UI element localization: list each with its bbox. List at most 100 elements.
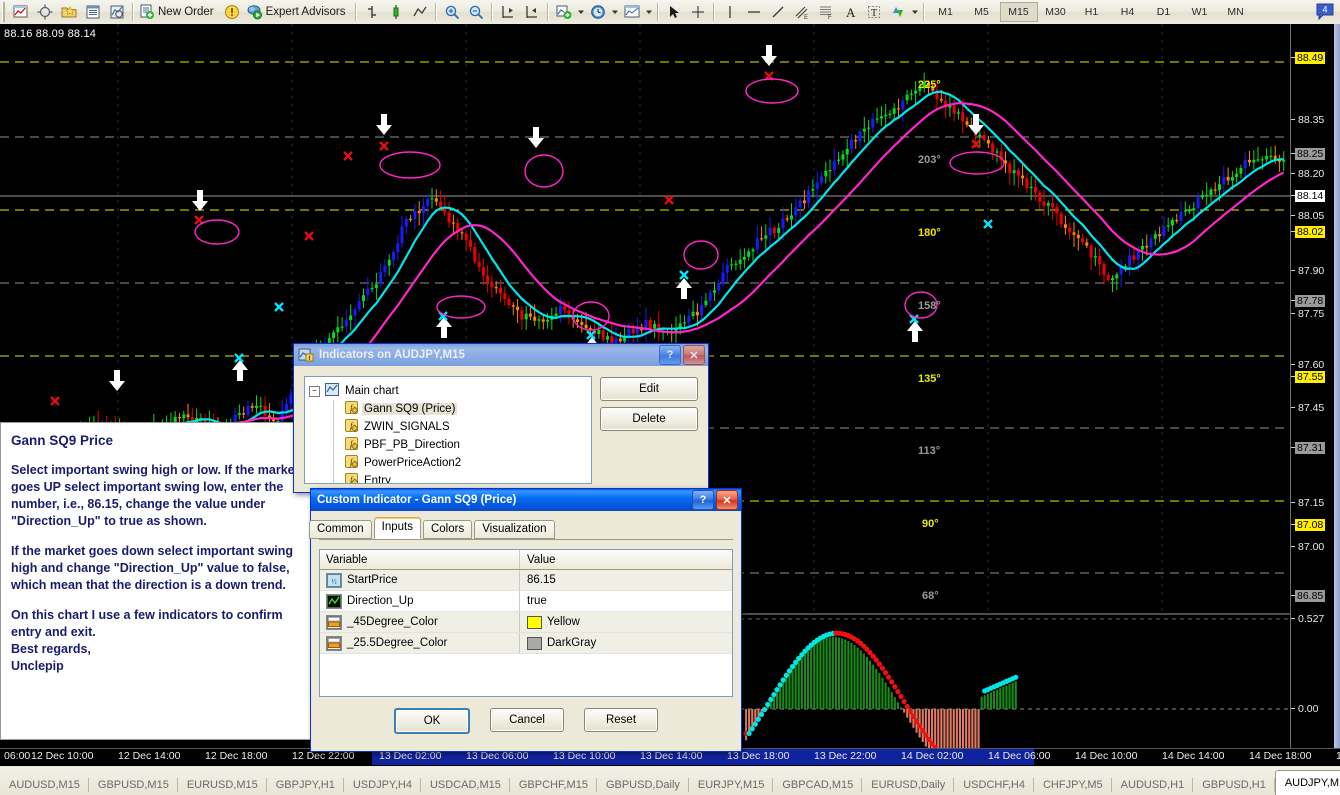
timeframe-m15[interactable]: M15 <box>999 2 1038 22</box>
edit-button[interactable]: Edit <box>600 377 698 401</box>
timeframe-h1[interactable]: H1 <box>1074 3 1110 21</box>
indicators-dialog-titlebar[interactable]: f Indicators on AUDJPY,M15 ? ✕ <box>294 344 708 366</box>
indicator-tree-item[interactable]: f Gann SQ9 (Price) <box>309 400 587 418</box>
input-row[interactable]: ½ StartPrice 86.15 <box>320 570 732 591</box>
crosshair-tool-icon[interactable] <box>686 1 710 23</box>
timeframe-m30[interactable]: M30 <box>1038 3 1074 21</box>
chart-tab-eurusd-daily[interactable]: EURUSD,Daily <box>862 775 955 795</box>
timeframe-m1[interactable]: M1 <box>928 3 964 21</box>
delete-button[interactable]: Delete <box>600 407 698 431</box>
new-chart-icon[interactable] <box>9 1 33 23</box>
chart-tab-eurjpy-m15[interactable]: EURJPY,M15 <box>689 775 774 795</box>
timeframe-w1[interactable]: W1 <box>1182 3 1218 21</box>
cancel-button[interactable]: Cancel <box>490 708 564 732</box>
chart-tab-audjpy-m[interactable]: AUDJPY,M <box>1274 770 1340 795</box>
chart-tab-chfjpy-m5[interactable]: CHFJPY,M5 <box>1034 775 1112 795</box>
bar-chart-icon[interactable] <box>360 1 384 23</box>
indicator-tree-item[interactable]: f Entry <box>309 472 587 483</box>
chart-tab-gbpchf-m15[interactable]: GBPCHF,M15 <box>510 775 598 795</box>
templates-icon[interactable] <box>620 1 644 23</box>
templates-folder-icon[interactable] <box>57 1 81 23</box>
chart-tab-gbpusd-m15[interactable]: GBPUSD,M15 <box>89 775 178 795</box>
templates-dropdown-icon[interactable] <box>644 1 654 23</box>
horizontal-line-icon[interactable] <box>742 1 766 23</box>
text-label-icon[interactable]: T <box>862 1 886 23</box>
timeframe-h4[interactable]: H4 <box>1110 3 1146 21</box>
chart-shift-icon[interactable] <box>520 1 544 23</box>
input-row[interactable]: _45Degree_Color Yellow <box>320 612 732 633</box>
vertical-scrollbar[interactable] <box>1334 24 1340 748</box>
chart-tabs[interactable]: AUDUSD,M15 GBPUSD,M15 EURUSD,M15 GBPJPY,H1 U… <box>0 767 1340 795</box>
svg-text:4: 4 <box>1322 5 1327 15</box>
help-button[interactable]: ? <box>659 345 681 365</box>
chart-tab-usdjpy-h4[interactable]: USDJPY,H4 <box>344 775 422 795</box>
candlestick-chart-icon[interactable] <box>384 1 408 23</box>
chart-tab-gbpjpy-h1[interactable]: GBPJPY,H1 <box>267 775 344 795</box>
indicator-tree-item[interactable]: f ZWIN_SIGNALS <box>309 418 587 436</box>
chart-tab-usdcad-m15[interactable]: USDCAD,M15 <box>421 775 510 795</box>
cursor-icon[interactable] <box>662 1 686 23</box>
reset-button[interactable]: Reset <box>584 708 658 732</box>
arrows-dropdown-icon[interactable] <box>910 1 920 23</box>
indicators-dialog[interactable]: f Indicators on AUDJPY,M15 ? ✕ − Main ch… <box>293 343 709 493</box>
input-value-cell[interactable]: true <box>520 591 732 611</box>
close-button[interactable]: ✕ <box>716 490 738 510</box>
timeframe-mn[interactable]: MN <box>1218 3 1254 21</box>
crosshair-icon[interactable] <box>33 1 57 23</box>
tree-collapse-icon[interactable]: − <box>309 385 320 397</box>
price-axis[interactable]: 88.49 88.35 88.25 88.20 88.14 88.05 88.02 87.90… <box>1290 24 1335 748</box>
tab-inputs[interactable]: Inputs <box>373 517 421 539</box>
ok-button[interactable]: OK <box>394 708 470 734</box>
chart-tab-gbpusd-h1[interactable]: GBPUSD,H1 <box>1193 775 1275 795</box>
chart-tab-audusd-m15[interactable]: AUDUSD,M15 <box>0 775 89 795</box>
period-dropdown-icon[interactable] <box>610 1 620 23</box>
vertical-line-icon[interactable] <box>718 1 742 23</box>
indicators-dropdown-icon[interactable] <box>576 1 586 23</box>
chart-tab-gbpcad-m15[interactable]: GBPCAD,M15 <box>773 775 863 795</box>
zoom-out-icon[interactable] <box>464 1 488 23</box>
tab-colors[interactable]: Colors <box>422 520 473 539</box>
inputs-grid[interactable]: Variable Value ½ StartPrice 86.15 Direction… <box>319 549 733 697</box>
timeframe-d1[interactable]: D1 <box>1146 3 1182 21</box>
chart-tab-usdchf-h4[interactable]: USDCHF,H4 <box>954 775 1034 795</box>
equidistant-channel-icon[interactable]: E <box>790 1 814 23</box>
indicator-tree-item[interactable]: f PowerPriceAction2 <box>309 454 587 472</box>
indicators-icon[interactable] <box>552 1 576 23</box>
line-chart-icon[interactable] <box>408 1 432 23</box>
zoom-in-icon[interactable] <box>440 1 464 23</box>
data-window-icon[interactable] <box>81 1 105 23</box>
chart-tab-audusd-h1[interactable]: AUDUSD,H1 <box>1112 775 1194 795</box>
custom-indicator-dialog[interactable]: Custom Indicator - Gann SQ9 (Price) ? ✕ … <box>309 488 742 752</box>
input-row[interactable]: _25.5Degree_Color DarkGray <box>320 633 732 654</box>
alert-icon[interactable] <box>220 1 244 23</box>
tab-common[interactable]: Common <box>309 520 372 539</box>
input-value-cell[interactable]: DarkGray <box>520 633 732 653</box>
help-button[interactable]: ? <box>692 490 714 510</box>
notification-badge-icon[interactable]: 4 <box>1314 2 1336 22</box>
auto-scroll-icon[interactable] <box>496 1 520 23</box>
toolbar-separator-8 <box>922 3 925 21</box>
period-clock-icon[interactable] <box>586 1 610 23</box>
chart-tab-gbpusd-daily[interactable]: GBPUSD,Daily <box>597 775 689 795</box>
expert-advisors-button[interactable]: Expert Advisors <box>244 1 352 23</box>
text-tool-icon[interactable]: A <box>838 1 862 23</box>
timeframe-m5[interactable]: M5 <box>964 3 1000 21</box>
tree-root-main-chart[interactable]: − Main chart <box>309 382 587 400</box>
trendline-icon[interactable] <box>766 1 790 23</box>
price-tick-label: 86.85 <box>1295 590 1326 602</box>
input-value-cell[interactable]: Yellow <box>520 612 732 632</box>
fibonacci-icon[interactable]: F <box>814 1 838 23</box>
chart-tab-eurusd-m15[interactable]: EURUSD,M15 <box>178 775 267 795</box>
input-value-cell[interactable]: 86.15 <box>520 570 732 590</box>
close-button[interactable]: ✕ <box>683 345 705 365</box>
input-row[interactable]: Direction_Up true <box>320 591 732 612</box>
indicator-tree-item[interactable]: f PBF_PB_Direction <box>309 436 587 454</box>
tab-visualization[interactable]: Visualization <box>474 520 555 539</box>
arrows-icon[interactable] <box>886 1 910 23</box>
navigator-icon[interactable] <box>105 1 129 23</box>
toolbar-separator-3 <box>434 3 437 21</box>
custom-indicator-titlebar[interactable]: Custom Indicator - Gann SQ9 (Price) ? ✕ <box>311 489 741 511</box>
new-order-button[interactable]: New Order <box>137 1 220 23</box>
toolbar-grip[interactable] <box>2 2 8 22</box>
indicators-tree[interactable]: − Main chart f Gann SQ9 (Price) f ZWIN_SIGN… <box>304 376 592 484</box>
